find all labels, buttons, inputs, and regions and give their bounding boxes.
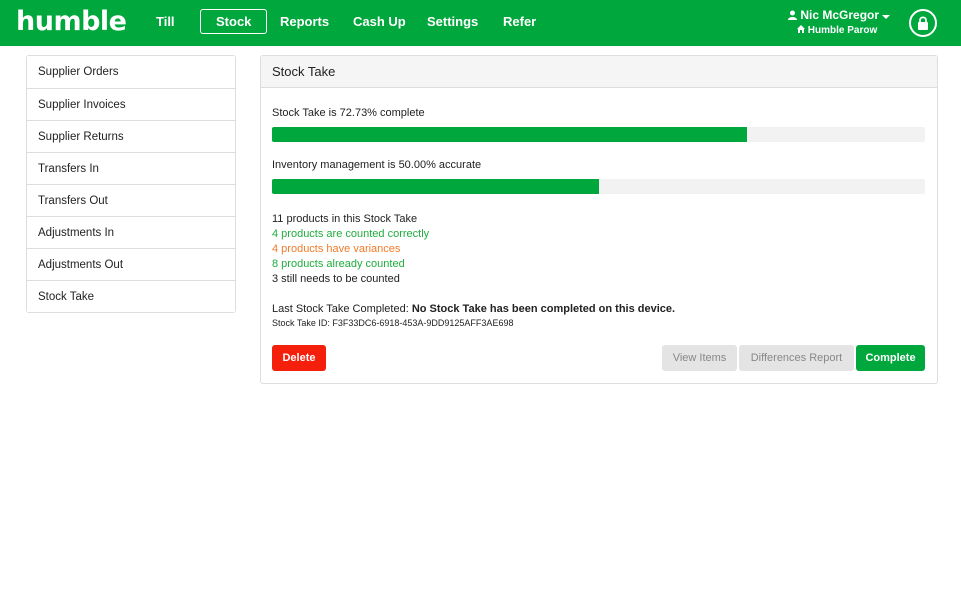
last-completed-value: No Stock Take has been completed on this… xyxy=(411,303,676,315)
accuracy-bar-fill xyxy=(272,179,599,194)
user-icon xyxy=(788,10,797,20)
stat-remaining: 3 still needs to be counted xyxy=(272,273,400,285)
nav-refer[interactable]: Refer xyxy=(493,9,546,34)
accuracy-text: Inventory management is 50.00% accurate xyxy=(272,159,482,171)
complete-button[interactable]: Complete xyxy=(856,345,925,371)
view-items-button[interactable]: View Items xyxy=(662,345,737,371)
stock-take-panel: Stock Take Stock Take is 72.73% complete… xyxy=(260,55,938,384)
lock-icon xyxy=(918,16,928,30)
delete-button[interactable]: Delete xyxy=(272,345,326,371)
sidebar-item-supplier-invoices[interactable]: Supplier Invoices xyxy=(27,88,235,120)
differences-report-button[interactable]: Differences Report xyxy=(739,345,854,371)
progress-bar-fill xyxy=(272,127,747,142)
last-completed-label: Last Stock Take Completed: xyxy=(272,303,409,315)
progress-text: Stock Take is 72.73% complete xyxy=(272,107,425,119)
humble-logo[interactable]: humble xyxy=(16,6,127,37)
nav-reports[interactable]: Reports xyxy=(270,9,339,34)
stat-total: 11 products in this Stock Take xyxy=(272,213,418,225)
nav-settings[interactable]: Settings xyxy=(417,9,488,34)
caret-down-icon xyxy=(882,15,891,19)
nav-cash-up[interactable]: Cash Up xyxy=(343,9,416,34)
last-completed: Last Stock Take Completed: No Stock Take… xyxy=(272,303,675,315)
stat-variances: 4 products have variances xyxy=(272,243,401,255)
sidebar-item-transfers-out[interactable]: Transfers Out xyxy=(27,184,235,216)
stock-take-id: Stock Take ID: F3F33DC6-6918-453A-9DD912… xyxy=(272,318,514,328)
stat-correct: 4 products are counted correctly xyxy=(272,228,430,240)
progress-bar xyxy=(272,127,925,142)
store-label: Humble Parow xyxy=(797,25,877,36)
accuracy-bar xyxy=(272,179,925,194)
home-icon xyxy=(797,25,805,33)
nav-stock[interactable]: Stock xyxy=(200,9,268,34)
sidebar-item-supplier-orders[interactable]: Supplier Orders xyxy=(27,56,235,88)
panel-title: Stock Take xyxy=(261,56,937,88)
sidebar-item-stock-take[interactable]: Stock Take xyxy=(27,280,235,312)
sidebar-item-adjustments-in[interactable]: Adjustments In xyxy=(27,216,235,248)
sidebar-item-transfers-in[interactable]: Transfers In xyxy=(27,152,235,184)
sidebar-item-supplier-returns[interactable]: Supplier Returns xyxy=(27,120,235,152)
nav-till[interactable]: Till xyxy=(146,9,185,34)
lock-button[interactable] xyxy=(909,9,937,37)
top-navbar: humble Till Stock Reports Cash Up Settin… xyxy=(0,0,961,46)
user-name: Nic McGregor xyxy=(800,8,880,22)
user-menu[interactable]: Nic McGregor xyxy=(788,8,891,22)
stock-sidebar: Supplier Orders Supplier Invoices Suppli… xyxy=(26,55,236,313)
store-name: Humble Parow xyxy=(807,25,878,36)
sidebar-item-adjustments-out[interactable]: Adjustments Out xyxy=(27,248,235,280)
stat-counted: 8 products already counted xyxy=(272,258,405,270)
